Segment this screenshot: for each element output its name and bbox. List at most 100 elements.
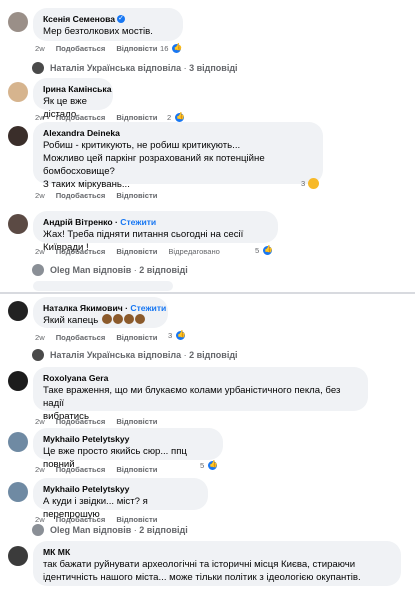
follow-button[interactable]: Стежити	[130, 303, 166, 313]
comment-actions: 2w Подобається Відповісти	[35, 113, 168, 122]
avatar[interactable]	[8, 371, 28, 391]
avatar[interactable]	[8, 432, 28, 452]
view-replies-link[interactable]: Наталія Українська відповіла · 2 відпові…	[32, 349, 238, 361]
comment-time[interactable]: 2w	[35, 333, 45, 342]
comment-text-line: Таке враження, що ми блукаємо колами урб…	[43, 385, 341, 409]
comment-bubble: Roxolyana Gera Таке враження, що ми блук…	[33, 367, 368, 422]
replies-author: Oleg Man відповів	[50, 525, 132, 535]
like-button[interactable]: Подобається	[56, 417, 106, 426]
comment-actions: 2w Подобається Відповісти	[35, 515, 168, 524]
like-button[interactable]: Подобається	[56, 191, 106, 200]
see-no-evil-monkey-icon	[101, 314, 112, 324]
avatar[interactable]	[8, 214, 28, 234]
reaction-count[interactable]: 5	[200, 460, 219, 471]
avatar[interactable]	[8, 546, 28, 566]
like-button[interactable]: Подобається	[56, 247, 106, 256]
view-replies-link[interactable]: Oleg Man відповів · 2 відповіді	[32, 264, 188, 276]
reaction-count[interactable]: 3	[168, 330, 187, 341]
avatar[interactable]	[8, 82, 28, 102]
see-no-evil-monkey-icon	[123, 314, 134, 324]
like-button[interactable]: Подобається	[56, 44, 106, 53]
next-comment-stub	[33, 281, 173, 291]
reply-button[interactable]: Відповісти	[116, 465, 157, 474]
reply-button[interactable]: Відповісти	[116, 191, 157, 200]
comment-actions: 2w Подобається Відповісти	[35, 44, 168, 53]
comment-actions: 2w Подобається Відповісти Відредаговано	[35, 247, 231, 256]
comment-time[interactable]: 2w	[35, 113, 45, 122]
comment-time[interactable]: 2w	[35, 417, 45, 426]
view-replies-link[interactable]: Oleg Man відповів · 2 відповіді	[32, 524, 188, 536]
replies-author: Наталія Українська відповіла	[50, 350, 182, 360]
comment-time[interactable]: 2w	[35, 247, 45, 256]
comment-author[interactable]: Ксенія Семенова	[43, 13, 173, 25]
screenshot-separator	[0, 292, 415, 294]
replies-count: 2 відповіді	[139, 265, 188, 275]
follow-button[interactable]: Стежити	[120, 217, 156, 227]
avatar	[32, 264, 44, 276]
comment-time[interactable]: 2w	[35, 465, 45, 474]
comment-bubble: Наталка Якимович · Стежити Який капець	[33, 297, 168, 328]
avatar	[32, 62, 44, 74]
faded-top-text: · · · · · · · · · · · · · · · ·	[55, 0, 140, 4]
reply-button[interactable]: Відповісти	[116, 113, 157, 122]
like-reaction-icon	[175, 330, 187, 341]
comment-text-line: Робиш - критикують, не робиш критикують.…	[43, 140, 241, 151]
like-button[interactable]: Подобається	[56, 515, 106, 524]
replies-count: 3 відповіді	[189, 63, 238, 73]
avatar[interactable]	[8, 482, 28, 502]
like-reaction-icon	[207, 460, 219, 471]
verified-icon	[117, 13, 126, 25]
reply-button[interactable]: Відповісти	[116, 333, 157, 342]
comment-bubble: Alexandra Deineka Робиш - критикують, не…	[33, 122, 323, 190]
reply-button[interactable]: Відповісти	[116, 417, 157, 426]
comment-actions: 2w Подобається Відповісти	[35, 465, 168, 474]
reply-button[interactable]: Відповісти	[116, 44, 157, 53]
comment-text-line: так бажати руйнувати археологічні та іст…	[43, 559, 356, 570]
comment-text: Який капець	[43, 314, 158, 327]
avatar[interactable]	[8, 301, 28, 321]
comment-bubble: Ірина Камінська Як це вже дістало	[33, 78, 113, 120]
avatar[interactable]	[8, 12, 28, 32]
reaction-count[interactable]: 5	[255, 245, 274, 256]
comment-author[interactable]: Mykhailo Petelytskyy	[43, 433, 213, 445]
comment-author[interactable]: Ірина Камінська	[43, 83, 112, 95]
comment-actions: 2w Подобається Відповісти	[35, 417, 168, 426]
comment-text: Мер безтолкових мостів.	[43, 26, 153, 37]
comment-bubble: Mykhailo Petelytskyy Це вже просто якийс…	[33, 428, 223, 470]
edited-label: Відредаговано	[168, 247, 220, 256]
like-button[interactable]: Подобається	[56, 113, 106, 122]
comment-time[interactable]: 2w	[35, 515, 45, 524]
reply-button[interactable]: Відповісти	[116, 515, 157, 524]
replies-author: Oleg Man відповів	[50, 265, 132, 275]
comment-actions: 2w Подобається Відповісти	[35, 191, 168, 200]
like-button[interactable]: Подобається	[56, 465, 106, 474]
comment-text-line: ідентичність нашого міста... може тільки…	[43, 572, 361, 583]
like-button[interactable]: Подобається	[56, 333, 106, 342]
replies-author: Наталія Українська відповіла	[50, 63, 182, 73]
like-reaction-icon	[171, 43, 183, 54]
comment-author[interactable]: Наталка Якимович · Стежити	[43, 302, 166, 314]
comment-time[interactable]: 2w	[35, 44, 45, 53]
comment-actions: 2w Подобається Відповісти	[35, 333, 168, 342]
comment-bubble: Андрій Вітренко · Стежити Жах! Треба під…	[33, 211, 278, 253]
comment-bubble: МК МК так бажати руйнувати археологічні …	[33, 541, 401, 586]
comment-bubble: Mykhailo Petelytskyy А куди і звідки... …	[33, 478, 208, 520]
comment-author[interactable]: МК МК	[43, 546, 391, 558]
avatar[interactable]	[8, 126, 28, 146]
replies-count: 2 відповіді	[189, 350, 238, 360]
reply-button[interactable]: Відповісти	[116, 247, 157, 256]
comment-text-line: З таких міркувань...	[43, 179, 130, 190]
see-no-evil-monkey-icon	[134, 314, 145, 324]
see-no-evil-monkey-icon	[112, 314, 123, 324]
replies-count: 2 відповіді	[139, 525, 188, 535]
comment-text-line: Можливо цей паркінг розрахований як поте…	[43, 153, 265, 177]
avatar	[32, 349, 44, 361]
view-replies-link[interactable]: Наталія Українська відповіла · 3 відпові…	[32, 62, 238, 74]
comment-author[interactable]: Roxolyana Gera	[43, 372, 358, 384]
like-reaction-icon	[262, 245, 274, 256]
comment-author[interactable]: Alexandra Deineka	[43, 127, 313, 139]
comment-author[interactable]: Mykhailo Petelytskyy	[43, 483, 198, 495]
reaction-count[interactable]: 3	[301, 178, 320, 189]
comment-time[interactable]: 2w	[35, 191, 45, 200]
comment-author[interactable]: Андрій Вітренко · Стежити	[43, 216, 268, 228]
